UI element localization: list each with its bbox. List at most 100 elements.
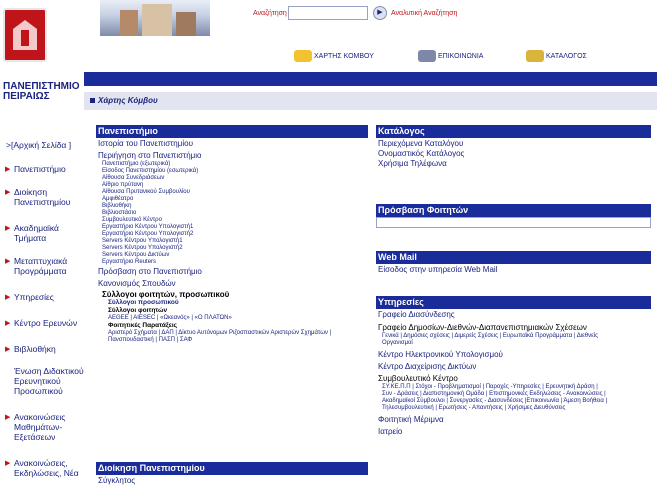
senate-link[interactable]: Σύγκλητος (98, 476, 366, 486)
contact-icon (418, 50, 436, 62)
staff-associations-link[interactable]: Σύλλογοι προσωπικού (98, 299, 366, 307)
university-box-body: Ιστορία του Πανεπιστημίου Περιήγηση στο … (96, 138, 368, 345)
header-bar (84, 72, 657, 86)
counseling-sublinks-3[interactable]: Ακαδημαϊκοί Σύμβουλοι | Συνεργασίες - Δι… (378, 398, 649, 405)
nav-home[interactable]: >[Αρχική Σελίδα ] (0, 140, 84, 150)
liaison-office-link[interactable]: Γραφείο Διασύνδεσης (378, 310, 649, 320)
nav-news[interactable]: ▶ Ανακοινώσεις, Εκδηλώσεις, Νέα (0, 458, 84, 478)
nav-label: Διοίκηση Πανεπιστημίου (14, 187, 71, 207)
tour-item[interactable]: Αμφιθέατρο (98, 196, 366, 203)
arrow-icon: ▶ (5, 189, 11, 196)
contact-link[interactable]: ΕΠΙΚΟΙΝΩΝΙΑ (418, 50, 483, 62)
tour-item[interactable]: Servers Κέντρου Δικτύων (98, 252, 366, 259)
pr-office-heading[interactable]: Γραφείο Δημοσίων-Διεθνών-Διαπανεπιστημια… (378, 323, 649, 333)
tour-link[interactable]: Περιήγηση στο Πανεπιστήμιο (98, 151, 366, 161)
tour-item[interactable]: Εργαστήριο Reuters (98, 259, 366, 266)
name-directory-link[interactable]: Ονομαστικός Κατάλογος (378, 149, 649, 159)
university-box-title: Πανεπιστήμιο (96, 125, 368, 138)
nav-university[interactable]: ▶ Πανεπιστήμιο (0, 164, 84, 174)
factions-heading: Φοιτητικές Παρατάξεις (108, 322, 178, 329)
student-access-box-title: Πρόσβαση Φοιτητών (376, 204, 651, 217)
nav-label: Ένωση Διδακτικού Ερευνητικού Προσωπικού (14, 366, 84, 396)
building-shape (120, 10, 138, 36)
nav-staff-union[interactable]: Ένωση Διδακτικού Ερευνητικού Προσωπικού (0, 366, 84, 396)
student-associations-heading: Σύλλογοι φοιτητών (108, 307, 168, 314)
nav-research-center[interactable]: ▶ Κέντρο Ερευνών (0, 318, 84, 328)
services-box: Υπηρεσίες Γραφείο Διασύνδεσης Γραφείο Δη… (376, 296, 651, 456)
tour-item[interactable]: Βιβλιοστάσιο (98, 210, 366, 217)
medical-office-link[interactable]: Ιατρείο (378, 427, 649, 437)
arrow-icon: ▶ (5, 320, 11, 327)
counseling-sublinks-1[interactable]: ΣΥ.ΚΕ.Π.Π | Στόχοι - Προβληματισμοί | Πα… (378, 384, 649, 391)
webmail-box: Web Mail Είσοδος στην υπηρεσία Web Mail (376, 251, 651, 281)
tour-item[interactable]: Servers Κέντρου Υπολογιστή1 (98, 238, 366, 245)
arrow-icon: ▶ (5, 258, 11, 265)
factions-list-1[interactable]: Αριστερό Σχήματα | ΔΑΠ | Δίκτυο Αυτόνομω… (98, 330, 366, 337)
factions-list-2[interactable]: Πανσπουδαστική | ΠΑΣΠ | ΣΑΦ (98, 337, 366, 344)
map-icon (294, 50, 312, 62)
counseling-sublinks-2[interactable]: Συν - Δράσεις | Διαπιστημονική Ομάδα | Ε… (378, 391, 649, 398)
advanced-search-link[interactable]: Αναλυτική Αναζήτηση (391, 10, 457, 17)
campus-photo (100, 0, 210, 36)
search-go-button[interactable]: ▶ (373, 6, 387, 20)
webmail-box-title: Web Mail (376, 251, 651, 264)
catalog-icon (526, 50, 544, 62)
arrow-icon: ▶ (5, 346, 11, 353)
nav-label: Ανακοινώσεις Μαθημάτων-Εξετάσεων (14, 412, 66, 442)
tour-item[interactable]: Αίθριο πρύτανη (98, 182, 366, 189)
computing-center-link[interactable]: Κέντρο Ηλεκτρονικού Υπολογισμού (378, 350, 649, 360)
nav-postgraduate[interactable]: ▶ Μεταπτυχιακά Προγράμματα (0, 256, 84, 276)
regulation-link[interactable]: Κανονισμός Σπουδών (98, 279, 366, 289)
useful-phones-link[interactable]: Χρήσιμα Τηλέφωνα (378, 159, 649, 169)
counseling-center-heading[interactable]: Συμβουλευτικό Κέντρο (378, 374, 649, 384)
student-access-box-body (376, 217, 651, 228)
nav-label: Πανεπιστήμιο (14, 164, 66, 174)
tour-item[interactable]: Αίθουσα Συνεδριάσεων (98, 175, 366, 182)
university-logo[interactable] (3, 8, 47, 62)
tour-item[interactable]: Πανεπιστήμιο (εξωτερικά) (98, 161, 366, 168)
pr-office-sublinks-1[interactable]: Γενικά | Δημόσιες σχέσεις | Διμερείς Σχέ… (378, 333, 649, 340)
services-box-title: Υπηρεσίες (376, 296, 651, 309)
university-name: ΠΑΝΕΠΙΣΤΗΜΙΟ ΠΕΙΡΑΙΩΣ (3, 82, 80, 102)
catalog-contents-link[interactable]: Περιεχόμενα Καταλόγου (378, 139, 649, 149)
tour-item[interactable]: Αίθουσα Πρυτανικού Συμβουλίου (98, 189, 366, 196)
tour-item[interactable]: Είσοδος Πανεπιστημίου (εσωτερικά) (98, 168, 366, 175)
catalog-link[interactable]: ΚΑΤΑΛΟΓΟΣ (526, 50, 587, 62)
arrow-icon: ▶ (5, 294, 11, 301)
nav-label: Υπηρεσίες (14, 292, 54, 302)
left-column: ΠΑΝΕΠΙΣΤΗΜΙΟ ΠΕΙΡΑΙΩΣ >[Αρχική Σελίδα ] … (0, 0, 84, 492)
tour-item[interactable]: Εργαστήριο Κέντρου Υπολογιστή1 (98, 224, 366, 231)
building-shape (176, 12, 196, 36)
contact-label: ΕΠΙΚΟΙΝΩΝΙΑ (438, 52, 484, 60)
catalog-box: Κατάλογος Περιεχόμενα Καταλόγου Ονομαστι… (376, 125, 651, 185)
student-welfare-link[interactable]: Φοιτητική Μέριμνα (378, 415, 649, 425)
nav-label: Ανακοινώσεις, Εκδηλώσεις, Νέα (14, 458, 79, 478)
pr-office-sublinks-2[interactable]: Οργανισμοί (378, 340, 649, 347)
network-center-link[interactable]: Κέντρο Διαχείρισης Δικτύων (378, 362, 649, 372)
student-access-box: Πρόσβαση Φοιτητών (376, 204, 651, 230)
nav-departments[interactable]: ▶ Ακαδημαϊκά Τμήματα (0, 223, 84, 243)
associations-heading: Σύλλογοι φοιτητών, προσωπικού (102, 290, 230, 299)
tour-item[interactable]: Συμβουλευτικό Κέντρο (98, 217, 366, 224)
counseling-sublinks-4[interactable]: Τηλεσυμβουλευτική | Ερωτήσεις - Απαντήσε… (378, 405, 649, 412)
nav-label: Βιβλιοθήκη (14, 344, 56, 354)
arrow-icon: ▶ (5, 166, 11, 173)
nav-library[interactable]: ▶ Βιβλιοθήκη (0, 344, 84, 354)
search-input[interactable] (288, 6, 368, 20)
access-link[interactable]: Πρόσβαση στο Πανεπιστήμιο (98, 267, 366, 277)
search-label: Αναζήτηση (253, 10, 287, 17)
tour-item[interactable]: Servers Κέντρου Υπολογιστή2 (98, 245, 366, 252)
nav-label: Κέντρο Ερευνών (14, 318, 78, 328)
tour-item[interactable]: Βιβλιοθήκη (98, 203, 366, 210)
nav-services[interactable]: ▶ Υπηρεσίες (0, 292, 84, 302)
history-link[interactable]: Ιστορία του Πανεπιστημίου (98, 139, 366, 149)
tour-item[interactable]: Εργαστήριο Κέντρου Υπολογιστή2 (98, 231, 366, 238)
administration-box: Διοίκηση Πανεπιστημίου Σύγκλητος (96, 462, 368, 492)
site-map-link[interactable]: ΧΑΡΤΗΣ ΚΟΜΒΟΥ (294, 50, 374, 62)
student-associations-list[interactable]: AEGEE | AIESEC | «Ωκεανός» | «Ο ΠΛΑΤΩΝ» (98, 315, 366, 322)
nav-administration[interactable]: ▶ Διοίκηση Πανεπιστημίου (0, 187, 84, 207)
nav-course-announcements[interactable]: ▶ Ανακοινώσεις Μαθημάτων-Εξετάσεων (0, 412, 84, 442)
building-shape (142, 4, 172, 36)
webmail-login-link[interactable]: Είσοδος στην υπηρεσία Web Mail (378, 265, 649, 275)
site-map-label: ΧΑΡΤΗΣ ΚΟΜΒΟΥ (314, 52, 374, 60)
